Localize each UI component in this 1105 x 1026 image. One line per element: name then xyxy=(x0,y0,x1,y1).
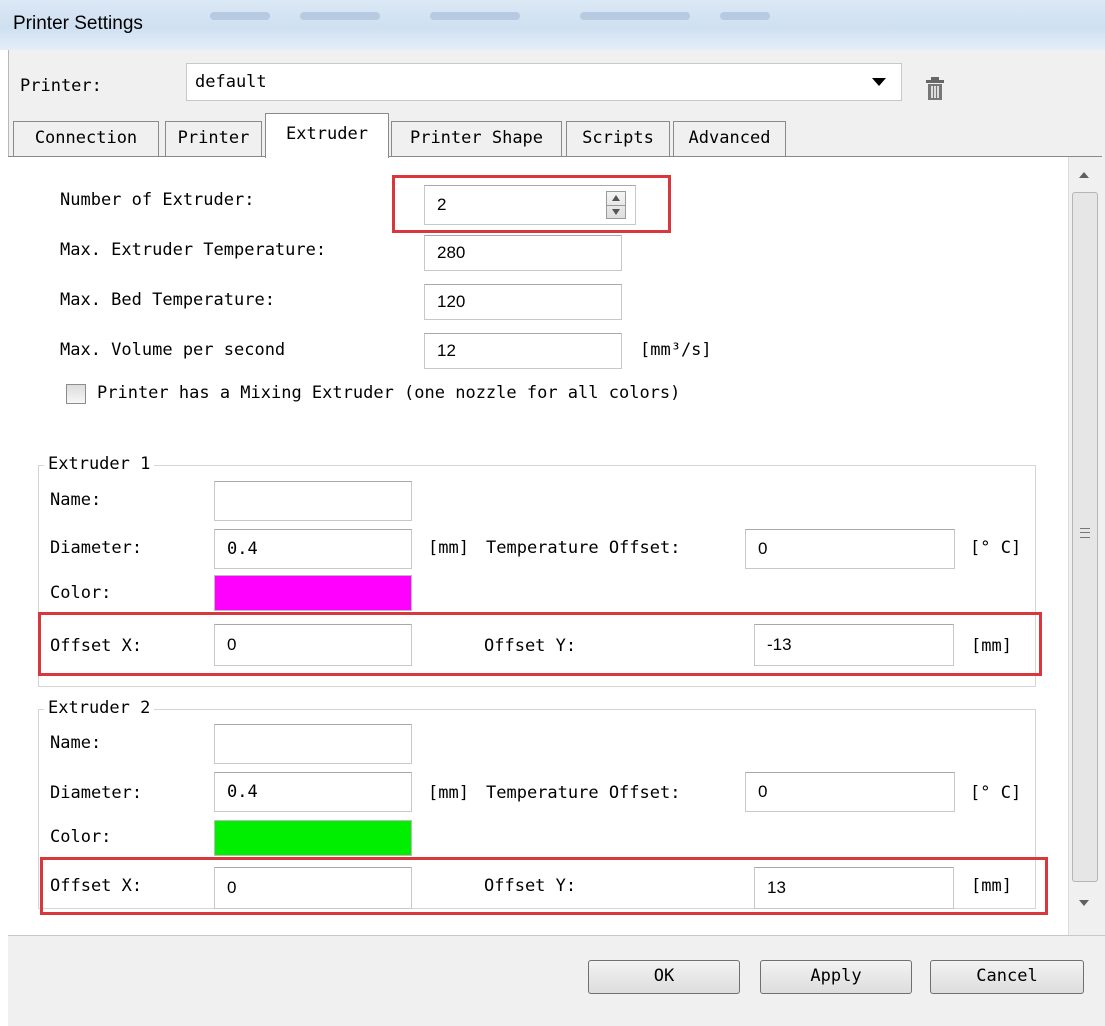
num-extruders-label: Number of Extruder: xyxy=(60,190,255,210)
extruder-1-diameter-input[interactable]: 0.4 xyxy=(214,529,412,569)
printer-select-value: default xyxy=(195,72,267,92)
ok-button[interactable]: OK xyxy=(588,960,740,994)
extruder-2-temp-offset-label: Temperature Offset: xyxy=(486,783,681,803)
extruder-1-name-input[interactable] xyxy=(214,481,412,521)
extruder-1-title: Extruder 1 xyxy=(44,454,155,474)
extruder-2-color-label: Color: xyxy=(50,827,112,847)
window-title: Printer Settings xyxy=(13,13,143,34)
highlight-box xyxy=(38,612,1042,676)
extruder-2-temp-offset-input[interactable]: 0 xyxy=(745,772,955,812)
highlight-box xyxy=(392,175,671,233)
extruder-1-color-label: Color: xyxy=(50,583,112,603)
printer-label: Printer: xyxy=(20,76,102,96)
extruder-2-diameter-unit: [mm] xyxy=(428,783,469,803)
blurred-background xyxy=(720,12,770,20)
blurred-background xyxy=(210,12,270,20)
grip-icon xyxy=(1080,528,1090,538)
max-extruder-temp-input[interactable]: 280 xyxy=(424,235,622,271)
extruder-2-diameter-label: Diameter: xyxy=(50,783,143,803)
extruder-2-name-input[interactable] xyxy=(214,724,412,764)
max-bed-temp-label: Max. Bed Temperature: xyxy=(60,290,275,310)
printer-select[interactable] xyxy=(186,63,902,101)
blurred-background xyxy=(300,12,380,20)
max-volume-label: Max. Volume per second xyxy=(60,340,286,360)
highlight-box xyxy=(40,857,1048,915)
extruder-2-title: Extruder 2 xyxy=(44,698,155,718)
extruder-2-temp-offset-unit: [° C] xyxy=(970,783,1022,803)
blurred-background xyxy=(580,12,690,20)
tab-extruder[interactable]: Extruder xyxy=(265,113,389,158)
tab-printer[interactable]: Printer xyxy=(165,121,262,156)
max-bed-temp-input[interactable]: 120 xyxy=(424,284,622,320)
tab-advanced[interactable]: Advanced xyxy=(673,121,786,156)
extruder-1-diameter-unit: [mm] xyxy=(428,538,469,558)
extruder-1-diameter-label: Diameter: xyxy=(50,538,143,558)
blurred-background xyxy=(430,12,520,20)
apply-button[interactable]: Apply xyxy=(760,960,912,994)
chevron-down-icon[interactable] xyxy=(872,78,886,86)
title-bar xyxy=(0,0,1105,50)
trash-icon[interactable] xyxy=(924,76,946,102)
extruder-1-temp-offset-input[interactable]: 0 xyxy=(745,529,955,569)
extruder-1-name-label: Name: xyxy=(50,490,102,510)
mixing-extruder-label: Printer has a Mixing Extruder (one nozzl… xyxy=(97,383,681,403)
max-volume-unit: [mm³/s] xyxy=(640,340,712,360)
tab-scripts[interactable]: Scripts xyxy=(566,121,670,156)
scroll-up-icon[interactable] xyxy=(1079,172,1089,178)
tab-connection[interactable]: Connection xyxy=(13,121,159,156)
extruder-1-temp-offset-label: Temperature Offset: xyxy=(486,538,681,558)
max-volume-input[interactable]: 12 xyxy=(424,333,622,369)
extruder-2-color-swatch[interactable] xyxy=(214,820,412,856)
extruder-2-name-label: Name: xyxy=(50,733,102,753)
scroll-down-icon[interactable] xyxy=(1079,900,1089,906)
extruder-1-color-swatch[interactable] xyxy=(214,575,412,611)
tab-printer-shape[interactable]: Printer Shape xyxy=(391,121,562,156)
max-extruder-temp-label: Max. Extruder Temperature: xyxy=(60,240,327,260)
extruder-2-diameter-input[interactable]: 0.4 xyxy=(214,772,412,812)
extruder-1-temp-offset-unit: [° C] xyxy=(970,538,1022,558)
mixing-extruder-checkbox[interactable] xyxy=(66,384,86,404)
cancel-button[interactable]: Cancel xyxy=(930,960,1084,994)
